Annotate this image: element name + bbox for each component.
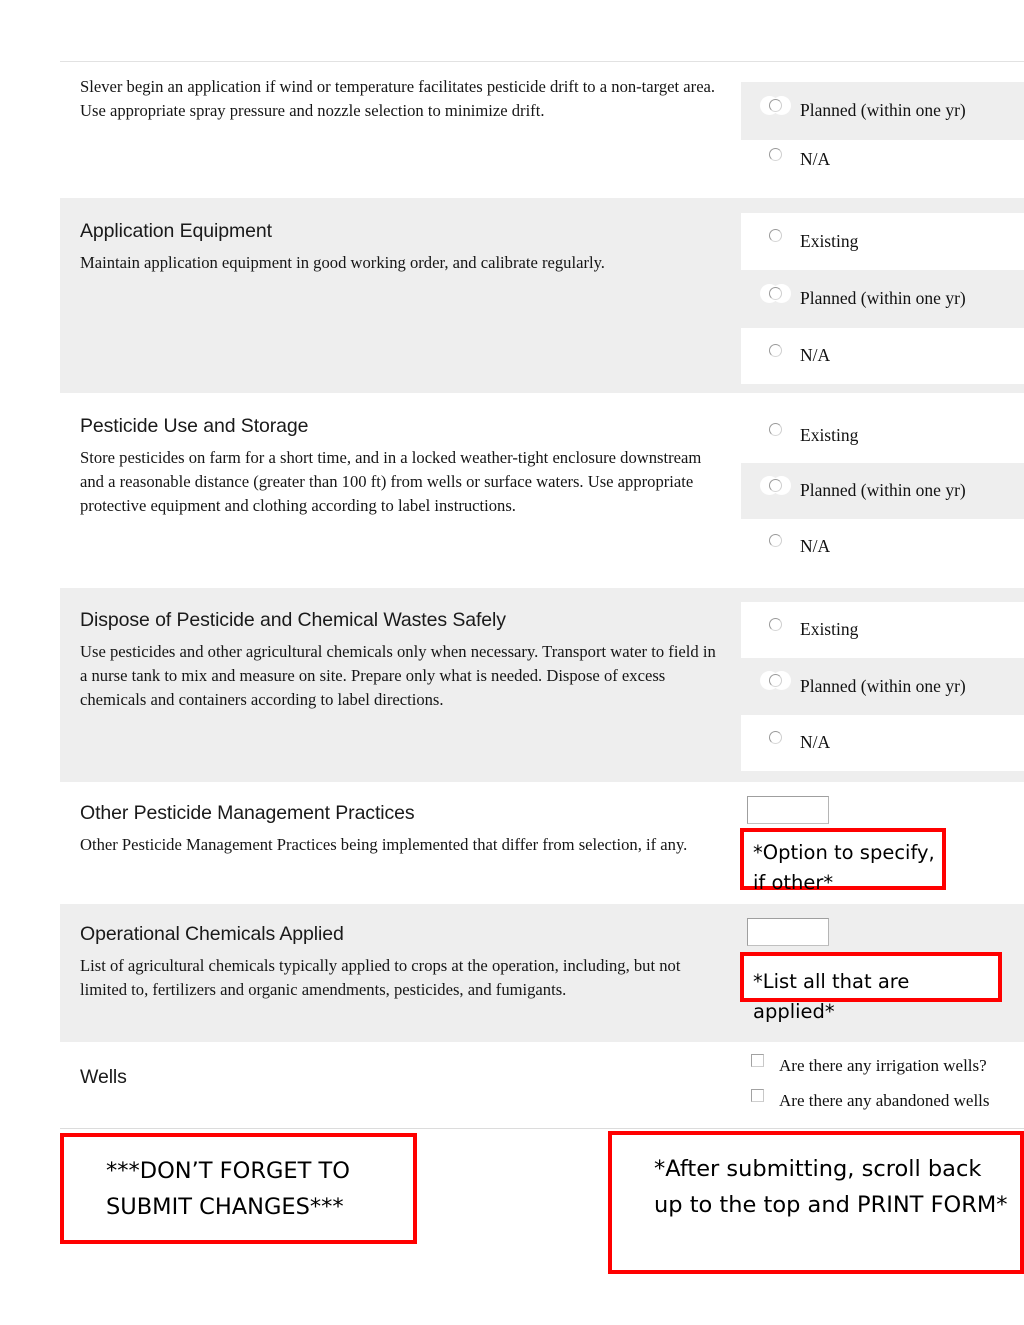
row-description-cell: Pesticide Use and Storage Store pesticid… bbox=[60, 393, 741, 532]
table-row: Application Equipment Maintain applicati… bbox=[60, 198, 1024, 393]
row-description-cell: Operational Chemicals Applied List of ag… bbox=[60, 904, 741, 1016]
row-description-cell: Application Equipment Maintain applicati… bbox=[60, 198, 741, 289]
checkbox-group: Are there any irrigation wells? Are ther… bbox=[741, 1042, 1024, 1118]
radio-icon[interactable] bbox=[769, 423, 782, 436]
row-description: Slever begin an application if wind or t… bbox=[80, 77, 716, 120]
radio-option-label: N/A bbox=[800, 149, 831, 170]
radio-icon[interactable] bbox=[769, 98, 782, 112]
radio-group: Existing Planned (within one yr) N/A bbox=[741, 198, 1024, 384]
radio-option-na[interactable]: N/A bbox=[741, 519, 1024, 574]
radio-option-na[interactable]: N/A bbox=[741, 715, 1024, 771]
radio-icon[interactable] bbox=[769, 229, 782, 242]
checkbox-label: Are there any abandoned wells bbox=[779, 1091, 990, 1110]
radio-icon[interactable] bbox=[769, 286, 782, 300]
annotation-option-to-specify: *Option to specify, if other* bbox=[740, 828, 946, 894]
checkbox-icon[interactable] bbox=[751, 1089, 764, 1102]
radio-option-planned[interactable]: Planned (within one yr) bbox=[741, 463, 1024, 519]
radio-icon[interactable] bbox=[769, 478, 782, 492]
radio-group: Planned (within one yr) N/A bbox=[741, 82, 1024, 180]
radio-icon[interactable] bbox=[769, 617, 782, 631]
radio-option-planned[interactable]: Planned (within one yr) bbox=[741, 658, 1024, 715]
operational-chemicals-input[interactable] bbox=[747, 918, 829, 946]
row-title: Dispose of Pesticide and Chemical Wastes… bbox=[80, 609, 506, 631]
radio-option-label: Planned (within one yr) bbox=[800, 675, 966, 696]
radio-icon[interactable] bbox=[769, 343, 782, 357]
table-row: Pesticide Use and Storage Store pesticid… bbox=[60, 393, 1024, 588]
row-options-cell: Are there any irrigation wells? Are ther… bbox=[741, 1042, 1024, 1128]
annotation-dont-forget-submit: ***DON’T FORGET TO SUBMIT CHANGES*** bbox=[60, 1133, 417, 1244]
row-description: Store pesticides on farm for a short tim… bbox=[80, 448, 702, 515]
checkbox-abandoned-wells[interactable]: Are there any abandoned wells bbox=[741, 1083, 1024, 1118]
radio-option-label: Planned (within one yr) bbox=[800, 480, 966, 501]
row-title: Application Equipment bbox=[80, 220, 272, 242]
radio-option-label: Existing bbox=[800, 619, 859, 640]
radio-icon[interactable] bbox=[769, 147, 782, 161]
radio-option-planned[interactable]: Planned (within one yr) bbox=[741, 82, 1024, 140]
row-description: List of agricultural chemicals typically… bbox=[80, 956, 681, 1000]
radio-option-label: N/A bbox=[800, 345, 831, 366]
row-description: Other Pesticide Management Practices bei… bbox=[80, 835, 688, 855]
table-row: Slever begin an application if wind or t… bbox=[60, 62, 1024, 198]
row-description-cell: Other Pesticide Management Practices Oth… bbox=[60, 782, 741, 871]
radio-group: Existing Planned (within one yr) N/A bbox=[741, 588, 1024, 771]
annotation-after-submitting-print: *After submitting, scroll back up to the… bbox=[608, 1131, 1024, 1274]
row-title: Wells bbox=[80, 1066, 127, 1088]
radio-option-existing[interactable]: Existing bbox=[741, 213, 1024, 270]
row-options-cell: Existing Planned (within one yr) N/A bbox=[741, 198, 1024, 393]
radio-option-label: Existing bbox=[800, 424, 859, 445]
radio-icon[interactable] bbox=[769, 674, 782, 687]
radio-option-label: Planned (within one yr) bbox=[800, 288, 966, 309]
radio-option-existing[interactable]: Existing bbox=[741, 602, 1024, 658]
row-options-cell: Existing Planned (within one yr) N/A bbox=[741, 393, 1024, 588]
checkbox-icon[interactable] bbox=[751, 1054, 764, 1067]
radio-option-label: Planned (within one yr) bbox=[800, 100, 966, 121]
radio-option-existing[interactable]: Existing bbox=[741, 408, 1024, 463]
row-title: Pesticide Use and Storage bbox=[80, 415, 309, 437]
row-description-cell: Slever begin an application if wind or t… bbox=[60, 62, 741, 136]
radio-option-label: N/A bbox=[800, 535, 831, 556]
radio-option-na[interactable]: N/A bbox=[741, 140, 1024, 180]
radio-group: Existing Planned (within one yr) N/A bbox=[741, 393, 1024, 574]
row-title: Operational Chemicals Applied bbox=[80, 923, 344, 945]
row-options-cell: Existing Planned (within one yr) N/A bbox=[741, 588, 1024, 782]
radio-option-planned[interactable]: Planned (within one yr) bbox=[741, 270, 1024, 328]
other-pesticide-practices-input[interactable] bbox=[747, 796, 829, 824]
checkbox-label: Are there any irrigation wells? bbox=[779, 1056, 987, 1075]
radio-icon[interactable] bbox=[769, 534, 782, 547]
checkbox-irrigation-wells[interactable]: Are there any irrigation wells? bbox=[741, 1048, 1024, 1083]
row-description-cell: Dispose of Pesticide and Chemical Wastes… bbox=[60, 588, 741, 726]
row-options-cell: Planned (within one yr) N/A bbox=[741, 62, 1024, 198]
row-description-cell: Wells bbox=[60, 1042, 741, 1102]
row-title: Other Pesticide Management Practices bbox=[80, 802, 415, 824]
table-row: Dispose of Pesticide and Chemical Wastes… bbox=[60, 588, 1024, 782]
radio-option-na[interactable]: N/A bbox=[741, 328, 1024, 384]
radio-option-label: N/A bbox=[800, 732, 831, 753]
radio-icon[interactable] bbox=[769, 730, 782, 744]
annotation-list-all-applied: *List all that are applied* bbox=[740, 952, 1002, 1023]
row-description: Use pesticides and other agricultural ch… bbox=[80, 642, 716, 709]
table-row: Wells Are there any irrigation wells? Ar… bbox=[60, 1042, 1024, 1128]
row-description: Maintain application equipment in good w… bbox=[80, 253, 605, 273]
radio-option-label: Existing bbox=[800, 230, 859, 251]
